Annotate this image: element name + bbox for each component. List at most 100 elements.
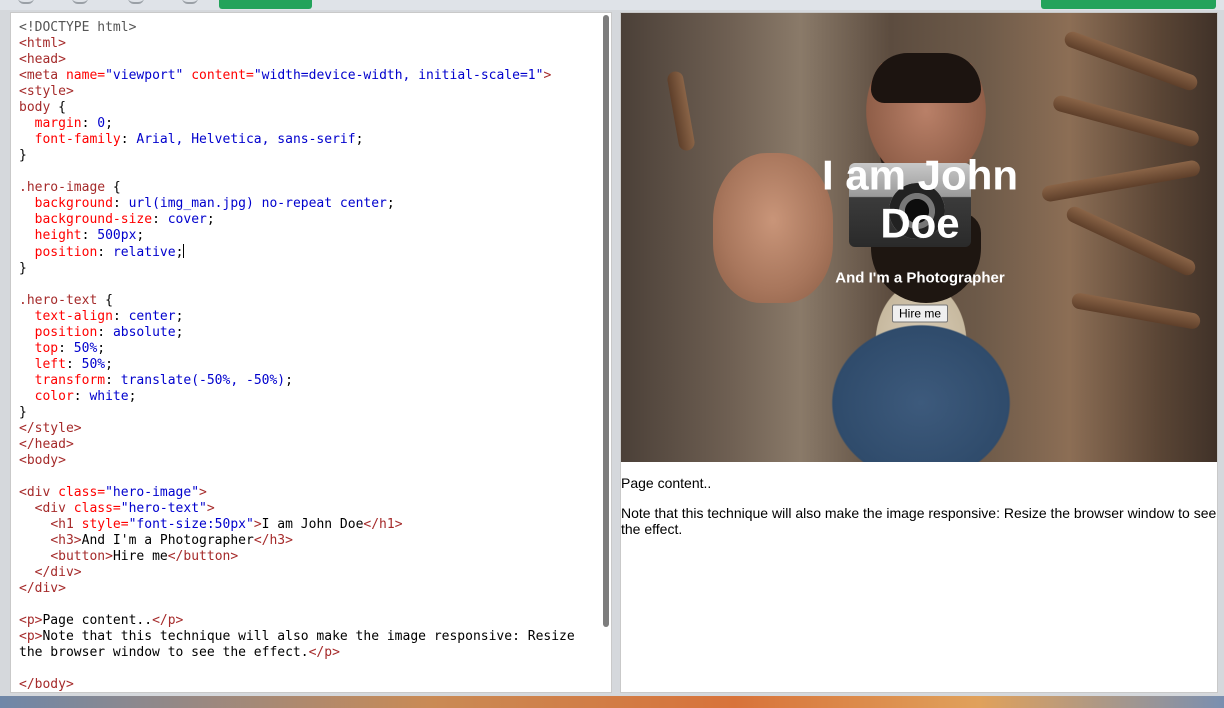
code-token: <p> xyxy=(19,613,43,628)
code-token: </p> xyxy=(152,613,184,628)
code-token: <style> xyxy=(19,84,74,99)
top-toolbar xyxy=(0,0,1224,10)
code-token: { xyxy=(97,293,113,308)
code-token: <div xyxy=(19,485,59,500)
code-token: background xyxy=(34,196,113,211)
hero-title: I am John Doe xyxy=(821,151,1019,247)
code-token: Arial, Helvetica, sans-serif xyxy=(136,132,356,147)
code-token: absolute xyxy=(112,325,176,340)
code-token: <button> xyxy=(50,549,113,564)
desktop-background xyxy=(0,696,1224,708)
code-token: <html> xyxy=(19,36,66,51)
wood-log xyxy=(1070,291,1202,331)
code-text[interactable]: <!DOCTYPE html> <html> <head> <meta name… xyxy=(11,13,611,692)
paragraph-note: Note that this technique will also make … xyxy=(621,505,1217,537)
wood-log xyxy=(1040,159,1202,203)
code-token: <p> xyxy=(19,629,43,644)
code-token: And I'm a Photographer xyxy=(81,533,254,548)
code-token: </div> xyxy=(34,565,82,580)
code-token: Note that this technique will also make … xyxy=(42,629,575,644)
menu-icon[interactable] xyxy=(18,0,34,4)
code-token: </button> xyxy=(167,549,239,564)
hero-image: I am John Doe And I'm a Photographer Hir… xyxy=(621,13,1217,462)
code-token: > xyxy=(543,68,552,83)
code-token: I am John Doe xyxy=(261,517,364,532)
code-token: translate(-50%, -50%) xyxy=(120,373,286,388)
code-token: margin xyxy=(34,116,82,131)
code-token: content= xyxy=(191,68,254,83)
code-token: class= xyxy=(58,485,106,500)
settings-icon[interactable] xyxy=(182,0,198,4)
code-token: { xyxy=(50,100,66,115)
code-token: { xyxy=(105,180,121,195)
code-token: <head> xyxy=(19,52,66,67)
code-token: Page content.. xyxy=(42,613,153,628)
theme-icon[interactable] xyxy=(128,0,144,4)
code-token: 50% xyxy=(73,341,98,356)
code-token: > xyxy=(253,517,262,532)
code-token: name= xyxy=(65,68,106,83)
code-token: left xyxy=(34,357,66,372)
code-token: </h3> xyxy=(253,533,293,548)
code-token: url(img_man.jpg) no-repeat center xyxy=(128,196,387,211)
code-token: "viewport" xyxy=(105,68,184,83)
code-token: .hero-image xyxy=(19,180,106,195)
code-token: position xyxy=(34,245,98,260)
wood-log xyxy=(1064,204,1198,278)
code-token: <meta xyxy=(19,68,66,83)
man-hair xyxy=(871,53,981,103)
code-token: <h3> xyxy=(50,533,82,548)
run-button[interactable] xyxy=(219,0,312,9)
code-token: 0 xyxy=(97,116,106,131)
code-token: } xyxy=(19,148,27,163)
code-token: relative xyxy=(112,245,176,260)
code-token: 500px xyxy=(97,228,137,243)
code-token: white xyxy=(89,389,129,404)
file-icon[interactable] xyxy=(72,0,88,4)
code-token: color xyxy=(34,389,74,404)
code-token: > xyxy=(206,501,215,516)
code-token: text-align xyxy=(34,309,113,324)
code-token: </div> xyxy=(19,581,66,596)
code-token: } xyxy=(19,261,27,276)
hero-subtitle: And I'm a Photographer xyxy=(835,269,1005,287)
code-token: "hero-text" xyxy=(120,501,207,516)
code-token: </body> xyxy=(19,677,74,692)
code-token: } xyxy=(19,405,27,420)
code-token: style= xyxy=(81,517,129,532)
code-editor[interactable]: <!DOCTYPE html> <html> <head> <meta name… xyxy=(10,12,612,693)
tryit-editor-window: <!DOCTYPE html> <html> <head> <meta name… xyxy=(0,10,1224,698)
code-token: <h1 xyxy=(50,517,82,532)
code-token: .hero-text xyxy=(19,293,98,308)
code-token: > xyxy=(199,485,207,500)
code-token: position xyxy=(34,325,98,340)
code-token: "font-size:50px" xyxy=(128,517,254,532)
code-token: the browser window to see the effect. xyxy=(19,645,309,660)
hero-text: I am John Doe And I'm a Photographer Hir… xyxy=(790,152,1050,323)
get-website-button[interactable] xyxy=(1041,0,1216,9)
wood-log xyxy=(1051,93,1201,149)
code-doctype: <!DOCTYPE html> xyxy=(19,20,137,35)
editor-scrollbar[interactable] xyxy=(603,15,609,627)
code-token: 50% xyxy=(81,357,106,372)
code-token: </style> xyxy=(19,421,82,436)
code-token: <body> xyxy=(19,453,66,468)
wood-log xyxy=(666,70,696,152)
code-token: cover xyxy=(167,212,207,227)
code-token: font-family xyxy=(34,132,121,147)
code-token: transform xyxy=(34,373,106,388)
code-token: "hero-image" xyxy=(105,485,200,500)
code-token: "width=device-width, initial-scale=1" xyxy=(253,68,544,83)
code-token: class= xyxy=(73,501,121,516)
code-token: center xyxy=(128,309,176,324)
code-token: height xyxy=(34,228,82,243)
code-token: Hire me xyxy=(112,549,168,564)
code-token: body xyxy=(19,100,51,115)
code-token: top xyxy=(34,341,59,356)
code-token: background-size xyxy=(34,212,153,227)
paragraph-page-content: Page content.. xyxy=(621,475,712,491)
page-content: Page content.. Note that this technique … xyxy=(621,475,1217,551)
hire-me-button[interactable]: Hire me xyxy=(891,304,948,323)
code-token: </p> xyxy=(308,645,340,660)
code-token: </h1> xyxy=(363,517,403,532)
